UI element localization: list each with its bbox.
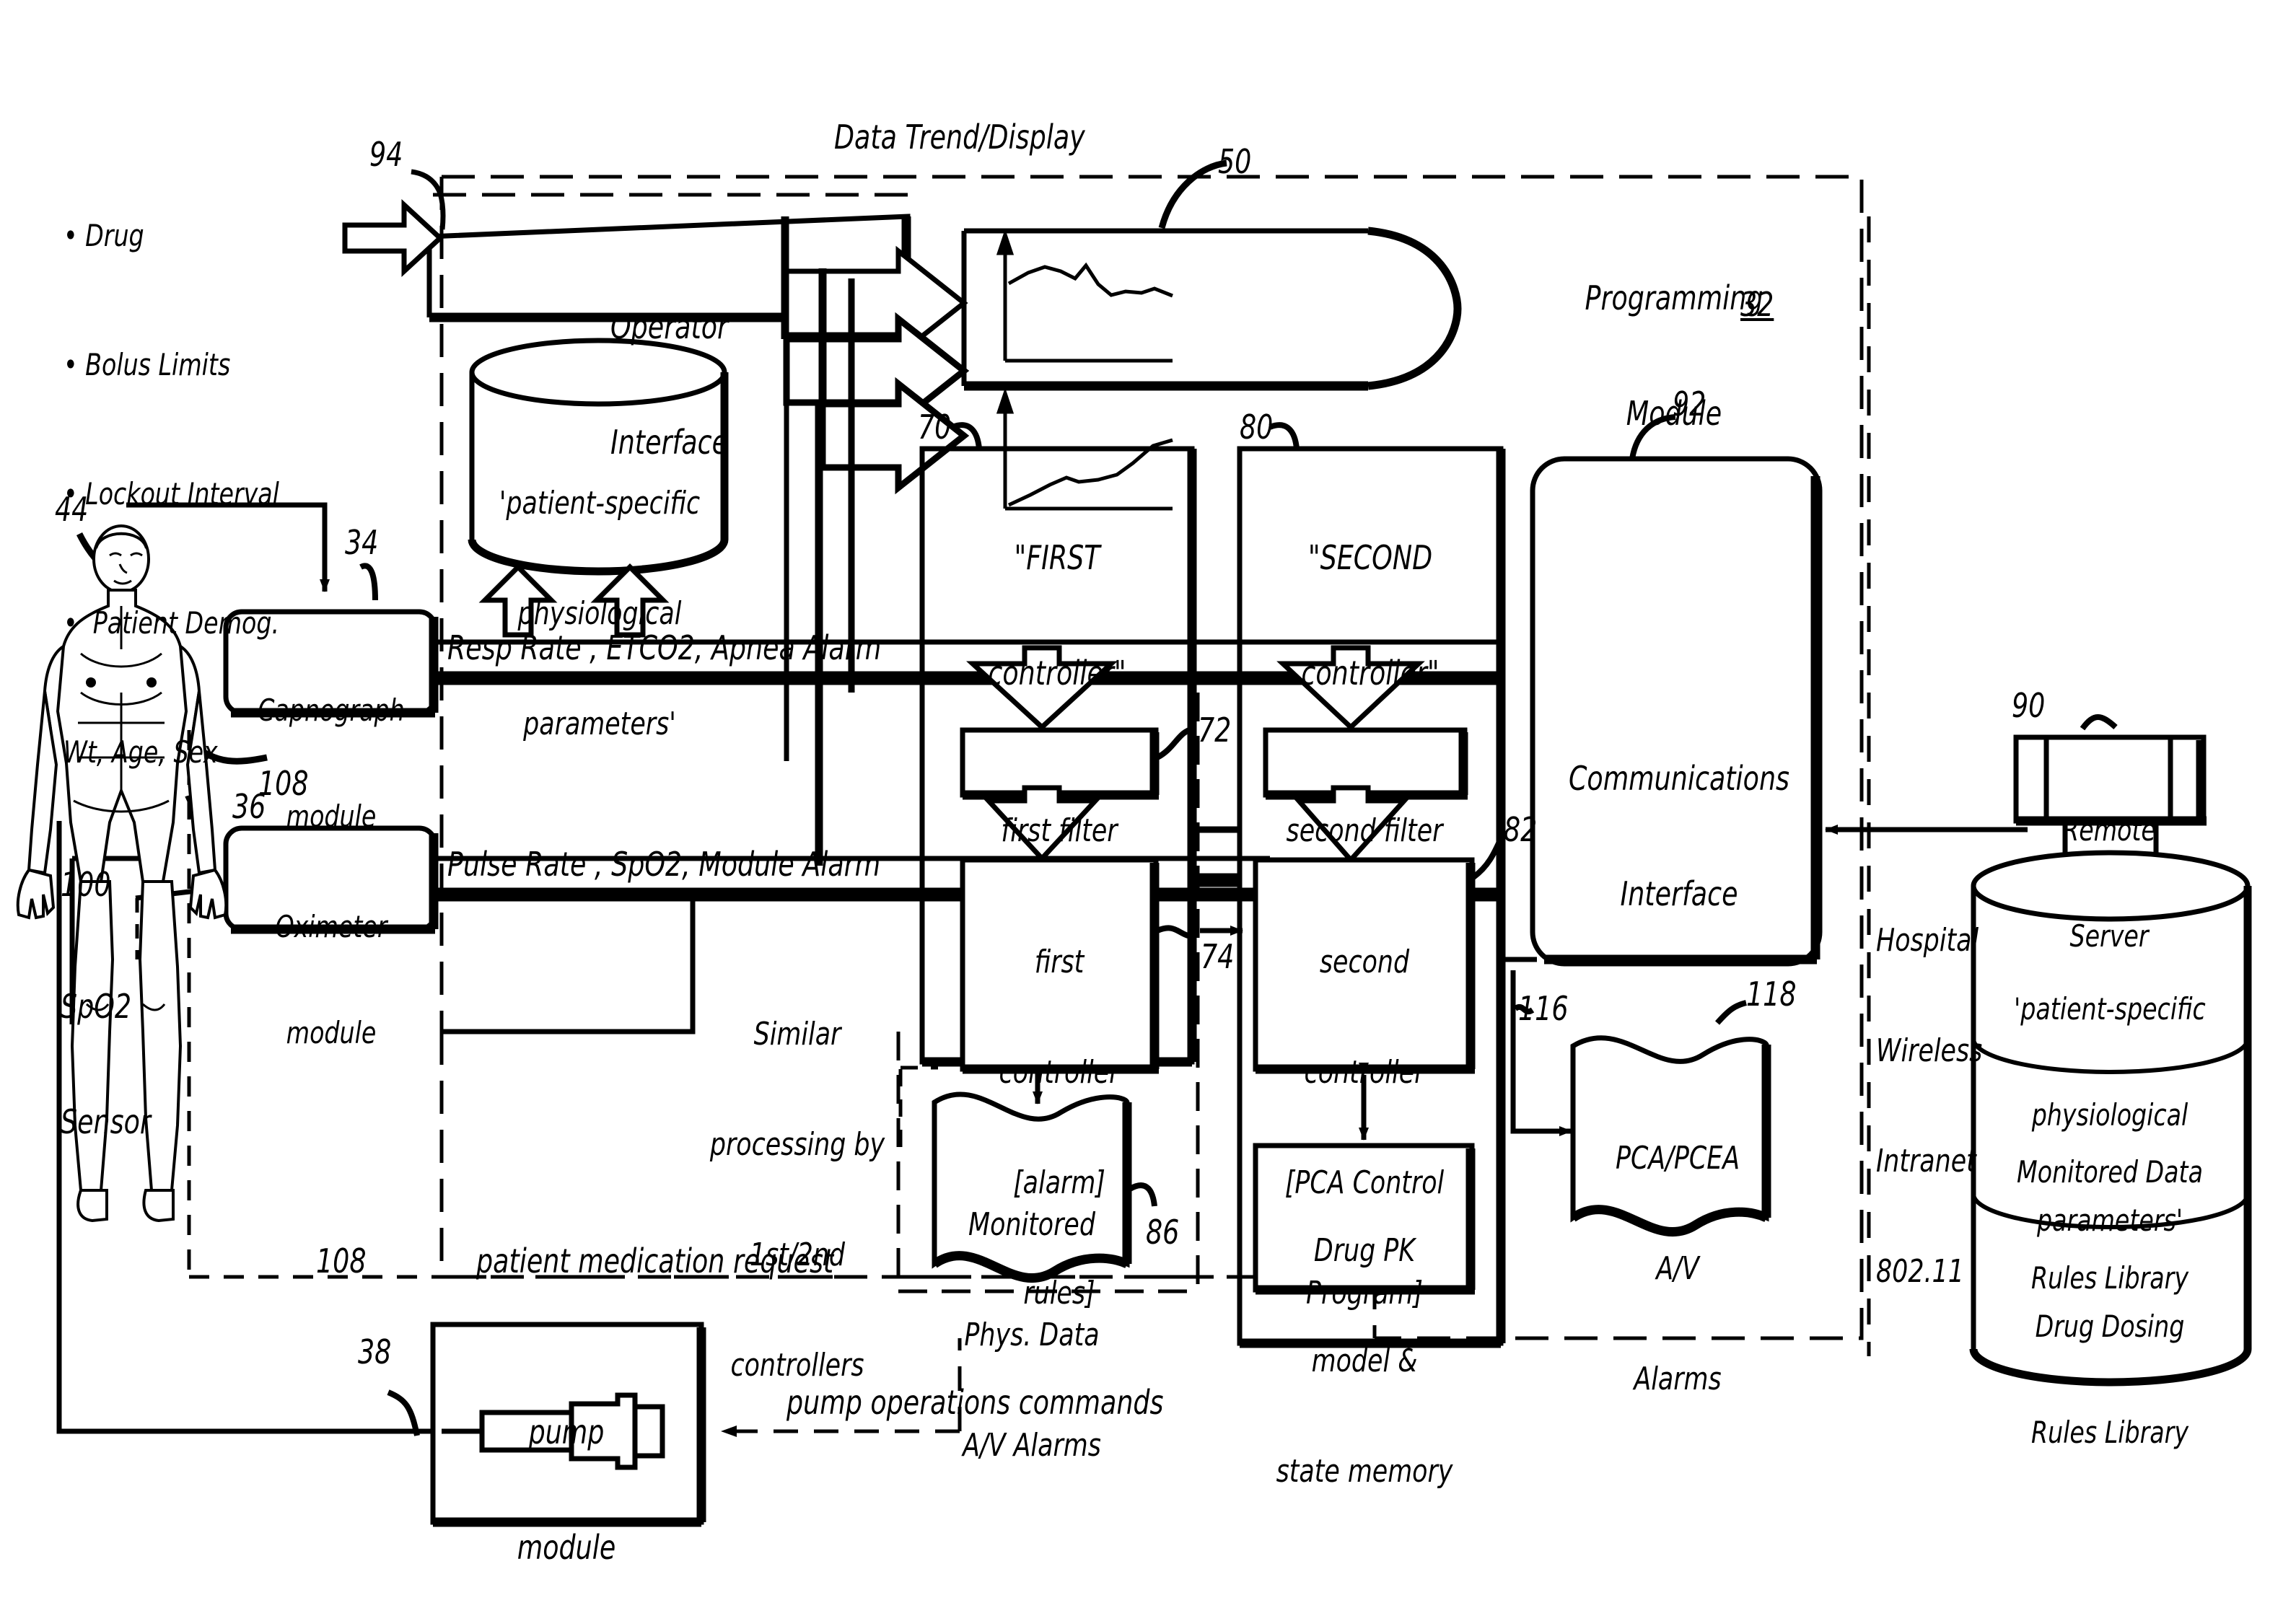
network-line4: 802.11 [1876, 1253, 1964, 1291]
ref-38: 38 [358, 1332, 392, 1371]
ref-36: 36 [232, 787, 266, 826]
pump-line1: pump [528, 1412, 605, 1451]
pca-pcea-alarms-label: PCA/PCEA A/V Alarms [1598, 1066, 1757, 1471]
first-controller-outer-line1: "FIRST [1014, 537, 1100, 577]
second-controller-outer-label: "SECOND controller" [1261, 462, 1480, 770]
hospital-network-label: Hospital Wireless Intranet 802.11 [1876, 848, 1982, 1363]
programming-module-line2: Module [1626, 393, 1722, 433]
ref-70: 70 [918, 408, 952, 447]
monitored-alarms-line2: Phys. Data [964, 1317, 1100, 1354]
similar-note-line4: controllers [730, 1347, 864, 1384]
monitored-alarms-line1: Monitored [968, 1206, 1095, 1244]
second-ctrl-line2: controller [1304, 1054, 1425, 1091]
ref-108-top: 108 [258, 764, 309, 803]
oximeter-signal-label: Pulse Rate , SpO2, Module Alarm [447, 845, 881, 884]
ref-116: 116 [1518, 989, 1569, 1028]
similar-note-line1: Similar [753, 1016, 841, 1053]
local-parameters-db-label: 'patient-specific physiological paramete… [488, 411, 711, 816]
capnograph-line2: module [286, 798, 377, 834]
remote-db-row3-line2: Rules Library [2030, 1414, 2188, 1450]
ref-100: 100 [61, 865, 111, 904]
first-ctrl-line1: first [1034, 944, 1085, 981]
similar-processing-note: Similar processing by 1st/2nd controller… [705, 942, 889, 1457]
network-line1: Hospital [1876, 922, 1979, 959]
oximeter-module-label: Oximeter module [240, 840, 422, 1121]
remote-db-row3-line1: Drug Dosing [2035, 1309, 2185, 1345]
first-controller-outer-line2: controller" [988, 653, 1126, 693]
ref-86: 86 [1146, 1213, 1180, 1252]
ref-108-bottom: 108 [316, 1242, 367, 1280]
oximeter-line1: Oximeter [275, 909, 387, 945]
comm-if-line1: Communications [1568, 758, 1790, 798]
similar-note-line2: processing by [709, 1126, 885, 1164]
remote-db-row1-line1: 'patient-specific [2014, 991, 2206, 1027]
drug-pk-label: Drug PK model & state memory [1271, 1159, 1458, 1563]
ref-44: 44 [55, 490, 89, 529]
spo2-sensor-line1: SpO2 [61, 986, 132, 1026]
input-item-drug: • Drug [63, 218, 144, 254]
ref-72: 72 [1198, 711, 1232, 750]
ref-90: 90 [2012, 686, 2046, 725]
ref-74: 74 [1201, 937, 1235, 976]
ref-82: 82 [1504, 810, 1538, 849]
remote-db-row2-line1: Monitored Data [2017, 1154, 2203, 1190]
second-controller-outer-line1: "SECOND [1307, 537, 1433, 577]
drug-pk-line1: Drug PK [1313, 1232, 1416, 1270]
ref-80: 80 [1240, 408, 1274, 447]
drug-pk-line2: model & [1311, 1343, 1418, 1380]
ref-32: 32 [1740, 285, 1774, 324]
local-db-line3: parameters' [523, 706, 676, 743]
capnograph-line1: Capnograph [258, 693, 405, 729]
second-controller-outer-line2: controller" [1301, 653, 1440, 693]
pump-operations-commands-label: pump operations commands [786, 1383, 1164, 1422]
input-item-bolus: • Bolus Limits [63, 347, 231, 383]
second-ctrl-line1: second [1319, 944, 1410, 981]
pca-alarms-line3: Alarms [1634, 1361, 1722, 1398]
local-db-line2: physiological [517, 595, 682, 633]
ref-50: 50 [1218, 142, 1252, 181]
pump-module-label: pump module [474, 1336, 658, 1608]
local-db-line1: 'patient-specific [499, 485, 701, 522]
patient-medication-request-label: patient medication request [476, 1242, 834, 1280]
first-controller-outer-label: "FIRST controller" [946, 462, 1168, 770]
spo2-sensor-label: SpO2 Sensor [61, 910, 151, 1218]
second-filter-text: second filter [1286, 812, 1443, 850]
remote-db-tier-dosing-rules: Drug Dosing Rules Library [1996, 1239, 2225, 1521]
first-filter-text: first filter [1001, 812, 1118, 850]
operator-interface-line1: Operator [610, 307, 728, 346]
drug-pk-line3: state memory [1276, 1453, 1453, 1490]
pump-line2: module [517, 1527, 616, 1567]
patent-figure-canvas: • Drug • Bolus Limits • Lockout Interval… [0, 0, 2296, 1608]
monitored-phys-alarms-label: Monitored Phys. Data A/V Alarms [950, 1133, 1115, 1537]
oximeter-line2: module [286, 1014, 377, 1050]
ref-94: 94 [369, 135, 403, 174]
input-item-lockout: • Lockout Interval [63, 476, 279, 511]
first-ctrl-line2: controller [999, 1054, 1120, 1091]
ref-118: 118 [1746, 975, 1797, 1014]
data-trend-display-label: Data Trend/Display [834, 118, 1085, 157]
pca-alarms-line1: PCA/PCEA [1615, 1140, 1740, 1177]
network-line3: Intranet [1876, 1143, 1976, 1180]
communications-interface-label: Communications Interface [1555, 682, 1802, 990]
capnograph-signal-label: Resp Rate , ETCO2, Apnea Alarm [447, 628, 882, 667]
comm-if-line2: Interface [1620, 874, 1738, 913]
ref-34: 34 [345, 523, 379, 562]
monitored-alarms-line3: A/V Alarms [963, 1427, 1101, 1464]
remote-server-line1: Remote [2062, 812, 2156, 848]
programming-module-title: Programming Module [1541, 202, 1808, 510]
pca-alarms-line2: A/V [1656, 1250, 1699, 1288]
spo2-sensor-line2: Sensor [61, 1102, 151, 1141]
network-line2: Wireless [1876, 1032, 1983, 1070]
